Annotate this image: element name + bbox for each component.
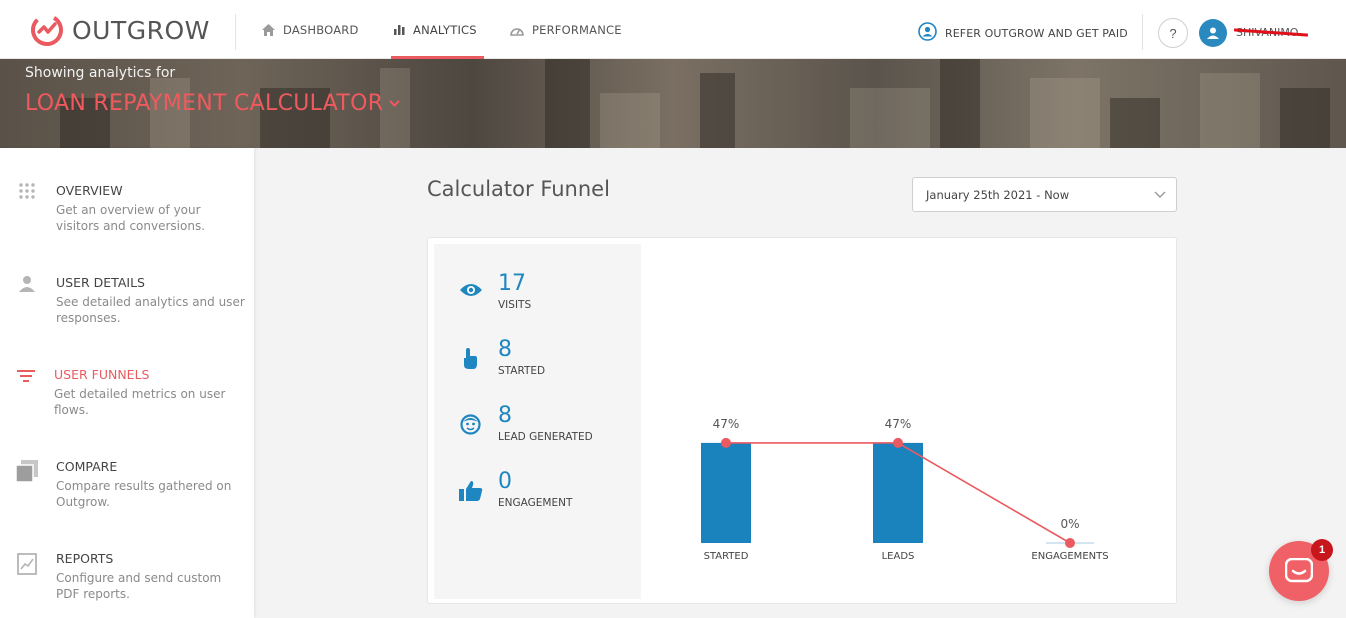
eye-icon xyxy=(459,282,483,303)
sidebar-item-title: OVERVIEW xyxy=(56,183,123,198)
funnel-category-label: ENGAGEMENTS xyxy=(1031,551,1108,562)
grid-dots-icon xyxy=(18,182,36,207)
nav-divider xyxy=(235,14,236,50)
stat-value: 17 xyxy=(498,271,526,296)
compare-icon xyxy=(15,459,39,488)
stats-panel: 17 VISITS 8 STARTED 8 LEAD GENERATED 0 E… xyxy=(434,244,641,599)
filter-icon xyxy=(17,370,35,388)
funnel-point xyxy=(1065,538,1075,548)
funnel-data-label: 0% xyxy=(1060,517,1079,531)
chat-icon xyxy=(1285,558,1313,583)
stat-label: VISITS xyxy=(498,299,532,311)
bar-chart-icon xyxy=(394,24,405,35)
page-title: Calculator Funnel xyxy=(427,177,610,201)
refer-label: REFER OUTGROW AND GET PAID xyxy=(945,26,1128,40)
outgrow-logo-icon xyxy=(31,14,63,46)
sidebar-item-title: USER DETAILS xyxy=(56,275,145,290)
stat-label: STARTED xyxy=(498,365,546,377)
user-icon xyxy=(18,275,36,298)
username[interactable]: SHIVANIMO... xyxy=(1233,26,1309,39)
refer-link[interactable]: REFER OUTGROW AND GET PAID xyxy=(918,22,1128,44)
speedometer-icon xyxy=(510,24,524,36)
funnel-data-label: 47% xyxy=(885,417,912,431)
nav-analytics-label: ANALYTICS xyxy=(413,22,477,37)
funnel-point xyxy=(721,437,731,448)
sidebar-item-user-details[interactable]: USER DETAILS See detailed analytics and … xyxy=(0,275,254,335)
analytics-banner: Showing analytics for LOAN REPAYMENT CAL… xyxy=(0,59,1346,148)
nav-performance[interactable]: PERFORMANCE xyxy=(510,0,622,59)
funnel-category-label: STARTED xyxy=(704,551,749,562)
nav-performance-label: PERFORMANCE xyxy=(532,22,622,37)
sidebar-item-reports[interactable]: REPORTS Configure and send custom PDF re… xyxy=(0,551,254,611)
logo-text: OUTGROW xyxy=(72,15,210,45)
sidebar-item-desc: Get an overview of your visitors and con… xyxy=(56,203,206,233)
funnel-bar xyxy=(701,442,751,543)
stat-value: 8 xyxy=(498,337,512,362)
sidebar-item-desc: See detailed analytics and user response… xyxy=(56,295,245,325)
nav-dashboard[interactable]: DASHBOARD xyxy=(262,0,359,59)
chevron-down-icon xyxy=(389,96,400,111)
chevron-down-icon xyxy=(1154,188,1166,202)
nav-divider-right xyxy=(1142,14,1143,50)
stat-value: 0 xyxy=(498,469,512,494)
sidebar-item-desc: Compare results gathered on Outgrow. xyxy=(56,479,232,509)
avatar[interactable] xyxy=(1199,19,1227,47)
help-button[interactable]: ? xyxy=(1158,18,1188,48)
nav-analytics[interactable]: ANALYTICS xyxy=(391,0,484,59)
stat-label: ENGAGEMENT xyxy=(498,497,573,509)
face-icon xyxy=(460,414,481,440)
sidebar-item-title: COMPARE xyxy=(56,459,118,474)
home-icon xyxy=(262,23,275,36)
funnel-data-label: 47% xyxy=(713,417,740,431)
outgrow-logo[interactable]: OUTGROW xyxy=(30,13,210,47)
help-icon: ? xyxy=(1169,25,1177,41)
chat-notification-badge: 1 xyxy=(1311,539,1333,561)
sidebar-item-title: USER FUNNELS xyxy=(54,367,150,382)
funnel-chart: 47% STARTED 47% LEADS 0% ENGAGEMENTS xyxy=(701,417,1109,562)
date-range-select[interactable]: January 25th 2021 - Now xyxy=(912,177,1177,212)
funnel-category-label: LEADS xyxy=(882,551,915,562)
funnel-bar xyxy=(873,442,923,543)
sidebar-item-user-funnels[interactable]: USER FUNNELS Get detailed metrics on use… xyxy=(0,367,254,427)
user-avatar-icon xyxy=(1207,27,1219,39)
stat-value: 8 xyxy=(498,403,512,428)
sidebar-item-desc: Configure and send custom PDF reports. xyxy=(56,571,222,601)
top-navbar: OUTGROW DASHBOARD ANALYTICS PERFORMANCE … xyxy=(0,0,1346,59)
sidebar-item-desc: Get detailed metrics on user flows. xyxy=(54,387,226,417)
sidebar-item-title: REPORTS xyxy=(56,551,114,566)
funnel-point xyxy=(893,437,903,448)
calculator-selector[interactable]: LOAN REPAYMENT CALCULATOR xyxy=(25,91,400,116)
nav-dashboard-label: DASHBOARD xyxy=(283,22,359,37)
sidebar-item-compare[interactable]: COMPARE Compare results gathered on Outg… xyxy=(0,459,254,519)
date-range-value: January 25th 2021 - Now xyxy=(926,187,1070,202)
refer-user-icon xyxy=(918,22,937,44)
sidebar-item-overview[interactable]: OVERVIEW Get an overview of your visitor… xyxy=(0,183,254,243)
banner-subtitle: Showing analytics for xyxy=(25,65,176,81)
report-icon xyxy=(17,553,37,580)
analytics-sidebar: OVERVIEW Get an overview of your visitor… xyxy=(0,148,254,618)
calculator-title: LOAN REPAYMENT CALCULATOR xyxy=(25,91,384,116)
thumbs-up-icon xyxy=(459,480,483,507)
pointer-hand-icon xyxy=(461,348,479,375)
stat-label: LEAD GENERATED xyxy=(498,431,593,443)
